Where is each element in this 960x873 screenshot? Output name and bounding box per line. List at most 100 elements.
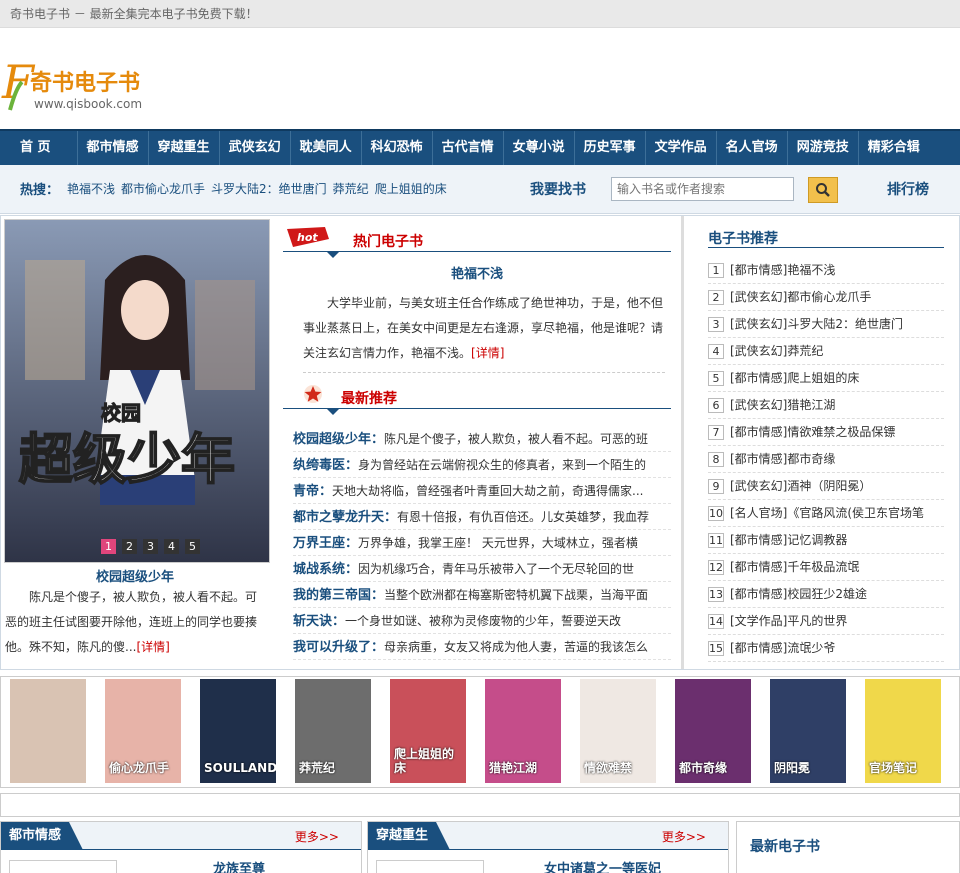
ranking-item[interactable]: 6 [武侠玄幻] 猎艳江湖 <box>708 392 944 419</box>
ranking-book-name[interactable]: 校园狂少2雄途 <box>787 581 867 607</box>
featured-slider[interactable]: 超级少年 校园 12345 <box>4 219 270 563</box>
ranking-book-name[interactable]: 都市奇缘 <box>787 446 835 472</box>
panel-thumb[interactable] <box>9 860 117 873</box>
book-cover[interactable]: 偷心龙爪手 <box>105 679 181 783</box>
nav-item[interactable]: 都市情感 <box>78 131 149 165</box>
recommend-item[interactable]: 城战系统：因为机缘巧合，青年马乐被带入了一个无尽轮回的世 <box>293 556 671 582</box>
ranking-item[interactable]: 2 [武侠玄幻] 都市偷心龙爪手 <box>708 284 944 311</box>
book-cover[interactable]: 莽荒纪 <box>295 679 371 783</box>
recommend-item[interactable]: 校园超级少年：陈凡是个傻子，被人欺负，被人看不起。可恶的班 <box>293 426 671 452</box>
ranking-category[interactable]: [都市情感] <box>730 419 787 445</box>
search-button[interactable] <box>808 177 838 203</box>
ranking-item[interactable]: 14 [文学作品] 平凡的世界 <box>708 608 944 635</box>
nav-item[interactable]: 科幻恐怖 <box>362 131 433 165</box>
recommend-item-name[interactable]: 我可以升级了： <box>293 640 384 655</box>
hot-search-link[interactable]: 艳福不浅 <box>67 180 115 197</box>
panel-thumb[interactable] <box>376 860 484 873</box>
nav-item[interactable]: 网游竞技 <box>788 131 859 165</box>
slider-dot[interactable]: 2 <box>122 539 137 554</box>
recommend-item-name[interactable]: 万界王座： <box>293 536 358 551</box>
ranking-item[interactable]: 9 [武侠玄幻] 酒神（阴阳冕） <box>708 473 944 500</box>
site-logo[interactable]: F 奇书电子书 www.qisbook.com <box>0 48 190 128</box>
ranking-book-name[interactable]: 艳福不浅 <box>787 257 835 283</box>
book-cover[interactable]: 情欲难禁 <box>580 679 656 783</box>
ranking-book-name[interactable]: 记忆调教器 <box>787 527 847 553</box>
featured-more-link[interactable]: [详情] <box>136 640 169 654</box>
panel-more-link[interactable]: 更多>> <box>295 828 339 845</box>
hot-search-link[interactable]: 斗罗大陆2：绝世唐门 <box>211 180 327 197</box>
ranking-item[interactable]: 7 [都市情感] 情欲难禁之极品保镖 <box>708 419 944 446</box>
hot-book-title[interactable]: 艳福不浅 <box>283 263 671 282</box>
recommend-item-name[interactable]: 斩天诀： <box>293 614 345 629</box>
ranking-item[interactable]: 15 [都市情感] 流氓少爷 <box>708 635 944 662</box>
recommend-item-name[interactable]: 都市之孽龙升天： <box>293 510 397 525</box>
panel-tab[interactable]: 都市情感 <box>1 822 84 850</box>
ranking-book-name[interactable]: 酒神（阴阳冕） <box>787 473 871 499</box>
ranking-book-name[interactable]: 猎艳江湖 <box>787 392 835 418</box>
slider-dot[interactable]: 4 <box>164 539 179 554</box>
ranking-category[interactable]: [武侠玄幻] <box>730 311 787 337</box>
panel-tab[interactable]: 穿越重生 <box>368 822 451 850</box>
ranking-book-name[interactable]: 流氓少爷 <box>787 635 835 661</box>
nav-item[interactable]: 历史军事 <box>575 131 646 165</box>
recommend-item-name[interactable]: 城战系统： <box>293 562 358 577</box>
nav-item[interactable]: 古代言情 <box>433 131 504 165</box>
hot-book-more-link[interactable]: [详情] <box>471 346 504 360</box>
ranking-item[interactable]: 4 [武侠玄幻] 莽荒纪 <box>708 338 944 365</box>
nav-home[interactable]: 首 页 <box>4 131 78 165</box>
ranking-category[interactable]: [都市情感] <box>730 554 787 580</box>
ranking-book-name[interactable]: 平凡的世界 <box>787 608 847 634</box>
ranking-category[interactable]: [武侠玄幻] <box>730 284 787 310</box>
book-cover[interactable]: 阴阳冕 <box>770 679 846 783</box>
ranking-link[interactable]: 排行榜 <box>887 179 929 199</box>
ranking-category[interactable]: [武侠玄幻] <box>730 338 787 364</box>
ranking-category[interactable]: [文学作品] <box>730 608 787 634</box>
recommend-item[interactable]: 万界王座：万界争雄，我掌王座！ 天元世界，大域林立，强者横 <box>293 530 671 556</box>
recommend-item[interactable]: 我的第三帝国：当整个欧洲都在梅塞斯密特机翼下战栗，当海平面 <box>293 582 671 608</box>
nav-item[interactable]: 耽美同人 <box>291 131 362 165</box>
ranking-category[interactable]: [武侠玄幻] <box>730 392 787 418</box>
recommend-item[interactable]: 都市之孽龙升天：有恩十倍报，有仇百倍还。儿女英雄梦，我血荐 <box>293 504 671 530</box>
hot-search-link[interactable]: 莽荒纪 <box>333 180 369 197</box>
slider-dot[interactable]: 1 <box>101 539 116 554</box>
ranking-item[interactable]: 1 [都市情感] 艳福不浅 <box>708 257 944 284</box>
recommend-item-name[interactable]: 纨绔毒医： <box>293 458 358 473</box>
ranking-book-name[interactable]: 情欲难禁之极品保镖 <box>787 419 895 445</box>
ranking-item[interactable]: 5 [都市情感] 爬上姐姐的床 <box>708 365 944 392</box>
nav-item[interactable]: 文学作品 <box>646 131 717 165</box>
nav-item[interactable]: 武侠玄幻 <box>220 131 291 165</box>
panel-more-link[interactable]: 更多>> <box>662 828 706 845</box>
ranking-category[interactable]: [都市情感] <box>730 446 787 472</box>
ranking-category[interactable]: [都市情感] <box>730 581 787 607</box>
search-input[interactable] <box>611 177 794 201</box>
ranking-category[interactable]: [武侠玄幻] <box>730 473 787 499</box>
ranking-category[interactable]: [都市情感] <box>730 635 787 661</box>
panel-book-title[interactable]: 女中诸葛之一等医妃 <box>544 858 661 873</box>
ranking-category[interactable]: [都市情感] <box>730 527 787 553</box>
book-cover[interactable] <box>10 679 86 783</box>
ranking-item[interactable]: 11 [都市情感] 记忆调教器 <box>708 527 944 554</box>
slider-dot[interactable]: 5 <box>185 539 200 554</box>
hot-search-link[interactable]: 爬上姐姐的床 <box>375 180 447 197</box>
ranking-book-name[interactable]: 斗罗大陆2：绝世唐门 <box>787 311 903 337</box>
book-cover[interactable]: 都市奇缘 <box>675 679 751 783</box>
recommend-item[interactable]: 我可以升级了：母亲病重，女友又将成为他人妻，苦逼的我该怎么 <box>293 634 671 660</box>
ranking-item[interactable]: 10 [名人官场] 《官路风流(侯卫东官场笔 <box>708 500 944 527</box>
recommend-item-name[interactable]: 青帝： <box>293 484 332 499</box>
recommend-item[interactable]: 斩天诀：一个身世如谜、被称为灵修废物的少年，誓要逆天改 <box>293 608 671 634</box>
book-cover[interactable]: 爬上姐姐的床 <box>390 679 466 783</box>
panel-book-title[interactable]: 龙族至尊 <box>213 858 265 873</box>
ranking-category[interactable]: [都市情感] <box>730 365 787 391</box>
recommend-item[interactable]: 纨绔毒医：身为曾经站在云端俯视众生的修真者，来到一个陌生的 <box>293 452 671 478</box>
recommend-item-name[interactable]: 我的第三帝国： <box>293 588 384 603</box>
hot-search-link[interactable]: 都市偷心龙爪手 <box>121 180 205 197</box>
nav-item[interactable]: 名人官场 <box>717 131 788 165</box>
ranking-book-name[interactable]: 都市偷心龙爪手 <box>787 284 871 310</box>
featured-title[interactable]: 校园超级少年 <box>1 566 269 585</box>
ranking-item[interactable]: 3 [武侠玄幻] 斗罗大陆2：绝世唐门 <box>708 311 944 338</box>
slider-dot[interactable]: 3 <box>143 539 158 554</box>
ranking-book-name[interactable]: 莽荒纪 <box>787 338 823 364</box>
ranking-item[interactable]: 8 [都市情感] 都市奇缘 <box>708 446 944 473</box>
ranking-item[interactable]: 12 [都市情感] 千年极品流氓 <box>708 554 944 581</box>
nav-item[interactable]: 精彩合辑 <box>859 131 929 165</box>
